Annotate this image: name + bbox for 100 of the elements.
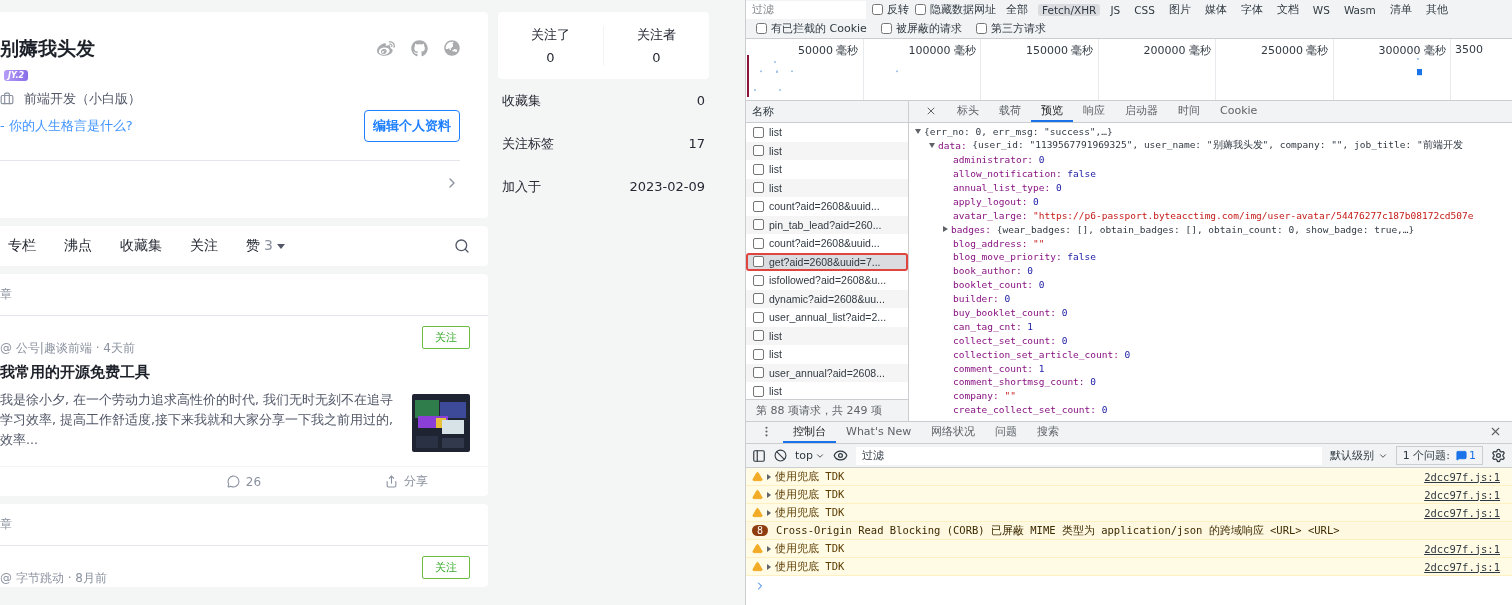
filter-field[interactable]: 过滤 xyxy=(746,0,866,19)
detail-tab[interactable]: 标头 xyxy=(947,101,989,122)
checkbox[interactable] xyxy=(975,23,987,34)
feed-tab[interactable]: 沸点 xyxy=(64,237,92,255)
console-filter-field[interactable]: 过滤 xyxy=(856,446,1322,465)
issues-button[interactable]: 1 个问题: 1 xyxy=(1395,446,1483,465)
excerpt-line: 我是徐小夕, 在一个劳动力追求高性价的时代, 我们无时无刻不在追寻 xyxy=(0,391,393,409)
stat-value: 17 xyxy=(688,136,705,151)
type-filter[interactable]: JS xyxy=(1106,3,1125,16)
type-filter[interactable]: 字体 xyxy=(1236,2,1267,17)
clear-icon[interactable] xyxy=(774,449,787,462)
expanded-arrow-icon[interactable] xyxy=(915,129,921,135)
row-checkbox[interactable] xyxy=(753,348,764,360)
request-name: dynamic?aid=2608&uu... xyxy=(769,292,885,305)
row-checkbox[interactable] xyxy=(753,367,764,379)
type-filter[interactable]: 其他 xyxy=(1421,2,1452,17)
console-message: 使用兜底 TDK xyxy=(775,541,846,556)
type-filter[interactable]: 全部 xyxy=(1002,2,1032,17)
article-title[interactable]: 我常用的开源免费工具 xyxy=(0,363,470,382)
detail-tab[interactable]: 时间 xyxy=(1168,101,1210,122)
detail-tab[interactable]: 预览 xyxy=(1031,101,1073,122)
settings-icon[interactable] xyxy=(1491,448,1506,463)
row-checkbox[interactable] xyxy=(753,274,764,286)
row-checkbox[interactable] xyxy=(753,330,764,342)
weibo-icon[interactable] xyxy=(377,40,395,58)
row-checkbox[interactable] xyxy=(753,182,764,194)
json-key: buy_booklet_count: xyxy=(953,307,1056,318)
timeline-tick: 250000 毫秒 xyxy=(1261,44,1329,57)
type-filter[interactable]: 清单 xyxy=(1385,2,1416,17)
github-icon[interactable] xyxy=(411,40,428,57)
row-checkbox[interactable] xyxy=(753,293,764,305)
sidebar-icon[interactable] xyxy=(752,448,766,463)
row-checkbox[interactable] xyxy=(753,219,764,231)
type-filter[interactable]: Fetch/XHR xyxy=(1038,3,1101,16)
drawer-tab[interactable]: What's New xyxy=(836,422,922,443)
feed-tab[interactable]: 赞 3 xyxy=(246,237,273,255)
row-checkbox[interactable] xyxy=(753,200,764,212)
context-select[interactable]: top xyxy=(795,449,826,462)
expand-arrow-icon[interactable] xyxy=(767,563,771,570)
error-count-badge[interactable]: 8 xyxy=(752,525,769,536)
drawer-tab[interactable]: 搜索 xyxy=(1027,422,1070,443)
feed-tab[interactable]: 关注 xyxy=(190,237,218,255)
source-link[interactable]: 2dcc97f.js:1 xyxy=(1424,542,1500,555)
checkbox[interactable] xyxy=(756,23,767,34)
row-checkbox[interactable] xyxy=(753,237,764,249)
source-link[interactable]: 2dcc97f.js:1 xyxy=(1424,560,1500,573)
detail-tab[interactable]: Cookie xyxy=(1210,101,1268,122)
expand-arrow-icon[interactable] xyxy=(767,545,771,552)
expand-arrow-icon[interactable] xyxy=(767,473,771,480)
warning-icon xyxy=(752,543,763,554)
edit-profile-button[interactable]: 编辑个人资料 xyxy=(364,110,460,142)
request-name: list xyxy=(769,385,782,398)
drawer-tab[interactable]: 网络状况 xyxy=(921,422,986,443)
type-filter[interactable]: CSS xyxy=(1130,3,1159,16)
type-filter[interactable]: 图片 xyxy=(1164,2,1195,17)
request-name: get?aid=2608&uuid=7... xyxy=(769,255,881,268)
detail-tab[interactable]: 载荷 xyxy=(989,101,1031,122)
request-name: list xyxy=(769,348,782,361)
json-key: blog_address: xyxy=(953,237,1028,249)
feed-tab[interactable]: 收藏集 xyxy=(120,237,162,255)
expand-arrow-icon[interactable] xyxy=(767,509,771,516)
json-key: company: xyxy=(953,390,999,402)
source-link[interactable]: 2dcc97f.js:1 xyxy=(1424,506,1500,519)
user-name: 别薅我头发 xyxy=(0,36,95,61)
source-link[interactable]: 2dcc97f.js:1 xyxy=(1424,488,1500,501)
caret-icon[interactable] xyxy=(276,243,285,249)
row-checkbox[interactable] xyxy=(753,385,764,397)
warning-icon xyxy=(752,507,763,518)
stat-label: 关注了 xyxy=(531,26,570,44)
eye-icon[interactable] xyxy=(833,448,849,463)
expand-arrow-icon[interactable] xyxy=(767,491,771,498)
source-link[interactable]: 2dcc97f.js:1 xyxy=(1424,470,1500,483)
type-filter[interactable]: Wasm xyxy=(1339,3,1380,16)
feed-tab[interactable]: 专栏 xyxy=(8,237,36,255)
row-checkbox[interactable] xyxy=(753,145,764,157)
request-name: list xyxy=(769,181,782,194)
row-checkbox[interactable] xyxy=(753,126,764,138)
checkbox[interactable] xyxy=(880,23,892,34)
type-filter[interactable]: 媒体 xyxy=(1200,2,1231,17)
row-checkbox[interactable] xyxy=(753,163,764,175)
checkbox[interactable] xyxy=(915,4,926,15)
row-checkbox[interactable] xyxy=(753,311,764,323)
timeline-tick: 3500 xyxy=(1455,43,1483,56)
search-icon[interactable] xyxy=(454,238,470,254)
type-filter[interactable]: WS xyxy=(1308,3,1334,16)
globe-icon[interactable] xyxy=(444,40,460,56)
detail-tab[interactable]: 响应 xyxy=(1073,101,1115,122)
excerpt-line: 学习效率, 提高工作舒适度,接下来我就和大家分享一下我之前用过的, xyxy=(0,411,393,429)
console-message: 使用兜底 TDK xyxy=(775,505,846,520)
json-line: {err_no: 0, err_msg: "success",…} xyxy=(924,126,1113,138)
row-checkbox[interactable] xyxy=(753,256,764,268)
checkbox[interactable] xyxy=(872,4,883,15)
collapsed-arrow-icon[interactable] xyxy=(943,226,948,233)
drawer-tab[interactable]: 问题 xyxy=(985,422,1028,443)
detail-tab[interactable]: 启动器 xyxy=(1115,101,1168,122)
expanded-arrow-icon[interactable] xyxy=(929,143,935,149)
type-filter[interactable]: 文档 xyxy=(1272,2,1303,17)
level-select[interactable]: 默认级别 xyxy=(1329,448,1388,463)
json-key: badges: xyxy=(951,223,992,235)
request-name: count?aid=2608&uuid... xyxy=(769,237,880,250)
